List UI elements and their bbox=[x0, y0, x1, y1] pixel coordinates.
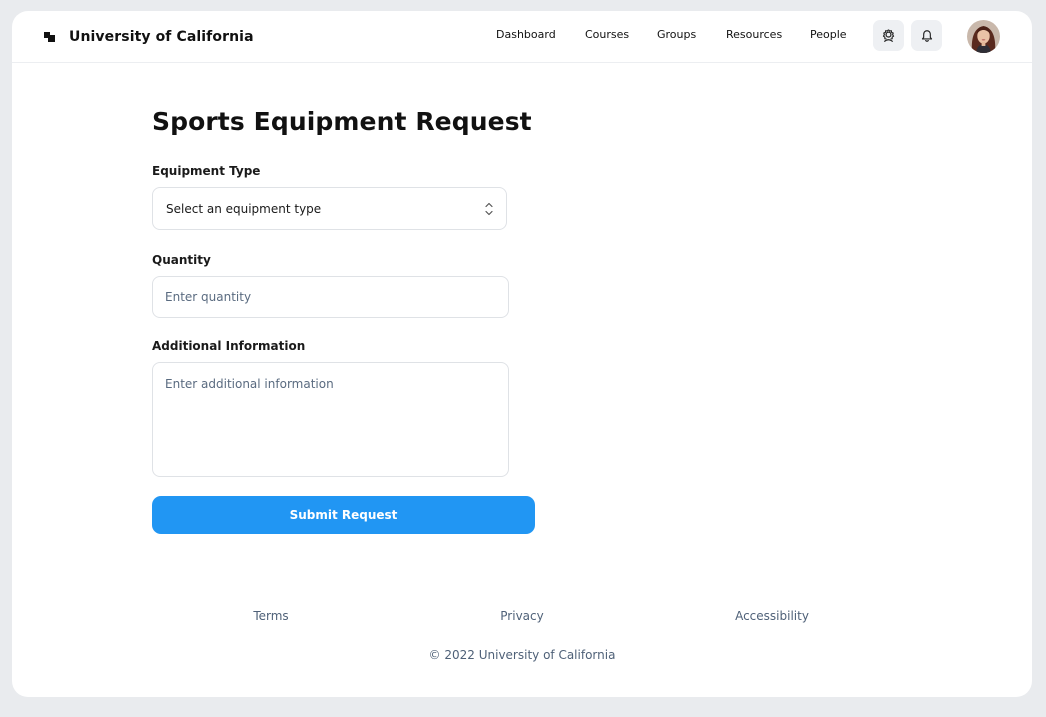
equipment-type-selected-value: Select an equipment type bbox=[166, 202, 322, 216]
footer-link-terms[interactable]: Terms bbox=[253, 609, 288, 623]
chevron-up-down-icon bbox=[485, 202, 493, 216]
copyright-text: © 2022 University of California bbox=[428, 648, 616, 662]
avatar-image bbox=[967, 20, 1000, 53]
nav-people[interactable]: People bbox=[810, 28, 847, 41]
top-navbar: University of California Dashboard Cours… bbox=[12, 11, 1032, 63]
brand[interactable]: University of California bbox=[44, 26, 254, 48]
footer-link-accessibility[interactable]: Accessibility bbox=[735, 609, 809, 623]
footer-link-privacy[interactable]: Privacy bbox=[500, 609, 543, 623]
additional-information-textarea[interactable] bbox=[152, 362, 509, 477]
brand-title: University of California bbox=[69, 29, 254, 45]
nav-courses[interactable]: Courses bbox=[585, 28, 629, 41]
user-settings-icon bbox=[882, 29, 895, 43]
nav-dashboard[interactable]: Dashboard bbox=[496, 28, 556, 41]
additional-information-label: Additional Information bbox=[152, 339, 306, 353]
submit-request-button[interactable]: Submit Request bbox=[152, 496, 535, 534]
quantity-label: Quantity bbox=[152, 253, 211, 267]
nav-resources[interactable]: Resources bbox=[726, 28, 782, 41]
page-title: Sports Equipment Request bbox=[152, 107, 532, 136]
brand-logo-icon bbox=[44, 31, 55, 43]
avatar[interactable] bbox=[967, 20, 1000, 53]
bell-icon bbox=[921, 29, 932, 42]
page-card: University of California Dashboard Cours… bbox=[12, 11, 1032, 697]
equipment-type-select[interactable]: Select an equipment type bbox=[152, 187, 507, 230]
quantity-input[interactable] bbox=[152, 276, 509, 318]
user-settings-button[interactable] bbox=[873, 20, 904, 51]
nav-groups[interactable]: Groups bbox=[657, 28, 696, 41]
notifications-button[interactable] bbox=[911, 20, 942, 51]
equipment-type-label: Equipment Type bbox=[152, 164, 261, 178]
